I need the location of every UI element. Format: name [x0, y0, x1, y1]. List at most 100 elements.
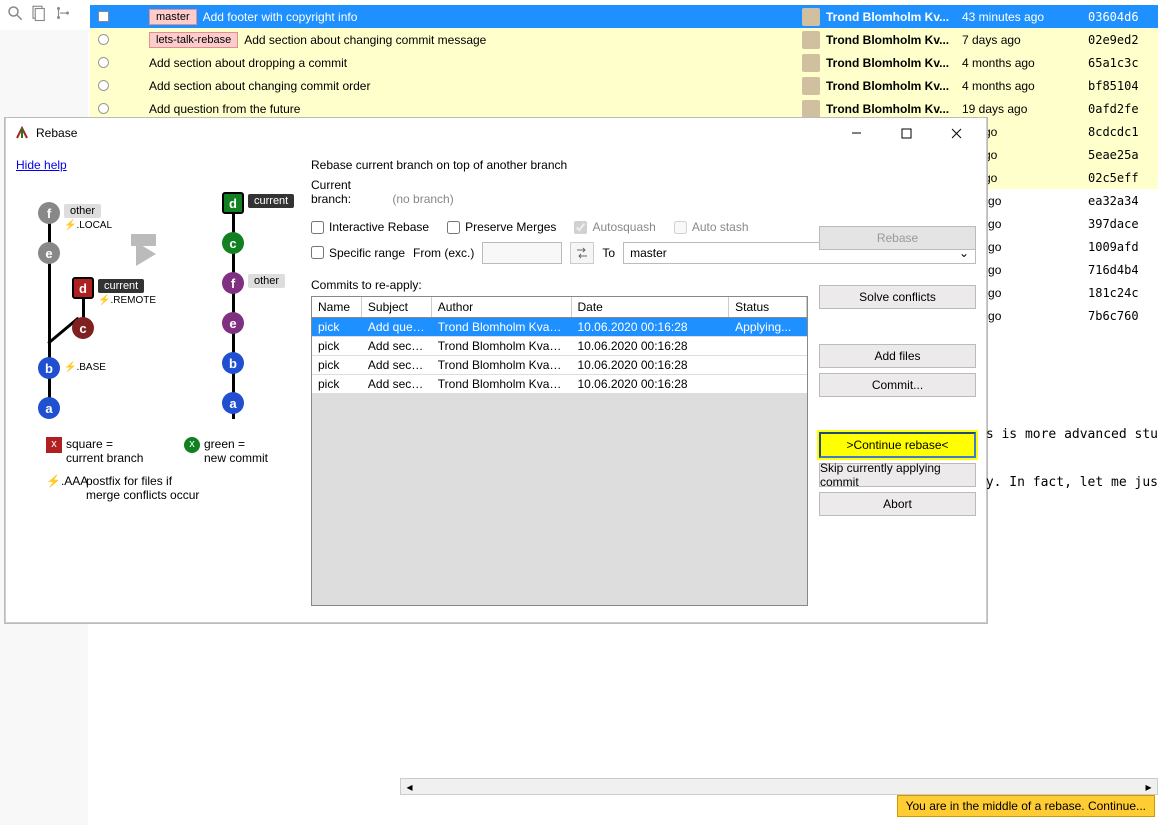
abort-button[interactable]: Abort [819, 492, 976, 516]
commit-author: Trond Blomholm Kv... [826, 33, 956, 47]
interactive-rebase-checkbox[interactable]: Interactive Rebase [311, 220, 429, 234]
node-c: c [72, 317, 94, 339]
specific-range-checkbox[interactable]: Specific range [311, 246, 405, 260]
scroll-right-icon[interactable]: ▸ [1140, 779, 1157, 794]
table-row[interactable]: pickAdd sectio...Trond Blomholm Kvamme..… [312, 337, 807, 356]
current-branch-row: Current branch: (no branch) [311, 178, 976, 206]
node-c2: c [222, 232, 244, 254]
graph-node [98, 103, 109, 114]
node-d2: d [222, 192, 244, 214]
node-f2: f [222, 272, 244, 294]
label-local: ⚡.LOCAL [64, 220, 112, 231]
continue-rebase-button[interactable]: >Continue rebase< [819, 432, 976, 458]
background-text-1: s is more advanced stu [986, 427, 1158, 442]
legend-postfix: ⚡.AAApostfix for files if merge conflict… [46, 474, 199, 503]
node-b: b [38, 357, 60, 379]
commit-row[interactable]: lets-talk-rebaseAdd section about changi… [90, 28, 1158, 51]
legend-green: xgreen = new commit [184, 437, 268, 466]
commit-subject: Add section about changing commit order [149, 79, 792, 93]
node-f: f [38, 202, 60, 224]
commit-hash: ea32a34 [1088, 194, 1158, 208]
minimize-button[interactable] [834, 119, 878, 147]
preserve-merges-checkbox[interactable]: Preserve Merges [447, 220, 556, 234]
node-a2: a [222, 392, 244, 414]
table-row[interactable]: pickAdd sectio...Trond Blomholm Kvamme..… [312, 356, 807, 375]
swap-button[interactable] [570, 242, 594, 264]
commit-author: Trond Blomholm Kv... [826, 79, 956, 93]
rebase-dialog: Rebase Hide help f other ⚡.LOCAL e d cur… [5, 118, 987, 623]
dialog-title: Rebase [36, 126, 828, 140]
commit-author: Trond Blomholm Kv... [826, 102, 956, 116]
commit-row[interactable]: Add section about changing commit order T… [90, 74, 1158, 97]
branch-tag: lets-talk-rebase [149, 32, 238, 48]
to-label: To [602, 246, 615, 260]
commit-hash: 0afd2fe [1088, 102, 1158, 116]
commit-hash: 716d4b4 [1088, 263, 1158, 277]
rebase-diagram: f other ⚡.LOCAL e d current ⚡.REMOTE c b… [16, 192, 296, 542]
node-b2: b [222, 352, 244, 374]
commit-row[interactable]: Add question from the future Trond Blomho… [90, 97, 1158, 120]
solve-conflicts-button[interactable]: Solve conflicts [819, 285, 976, 309]
table-row[interactable]: pickAdd sectio...Trond Blomholm Kvamme..… [312, 375, 807, 394]
commit-hash: 03604d6 [1088, 10, 1158, 24]
label-remote: ⚡.REMOTE [98, 295, 156, 306]
scroll-left-icon[interactable]: ◂ [401, 779, 418, 794]
button-column: Rebase Solve conflicts Add files Commit.… [819, 226, 976, 516]
maximize-button[interactable] [884, 119, 928, 147]
graph-node [98, 80, 109, 91]
node-a: a [38, 397, 60, 419]
label-current: current [98, 279, 144, 293]
status-warning[interactable]: You are in the middle of a rebase. Conti… [897, 795, 1155, 817]
label-other2: other [248, 274, 285, 288]
add-files-button[interactable]: Add files [819, 344, 976, 368]
horizontal-scrollbar[interactable]: ◂ ▸ [400, 778, 1158, 795]
table-row[interactable]: pickAdd quest...Trond Blomholm Kvamme...… [312, 318, 807, 337]
commit-hash: 02e9ed2 [1088, 33, 1158, 47]
info-text: Rebase current branch on top of another … [311, 158, 976, 172]
commit-hash: 5eae25a [1088, 148, 1158, 162]
commit-time: 4 months ago [962, 56, 1082, 70]
avatar [802, 100, 820, 118]
commit-row[interactable]: Add section about dropping a commit Trond… [90, 51, 1158, 74]
branch-tag: master [149, 9, 197, 25]
tree-icon[interactable] [54, 4, 72, 25]
app-icon [14, 125, 30, 141]
autostash-checkbox: Auto stash [674, 220, 749, 234]
autosquash-checkbox: Autosquash [574, 220, 655, 234]
toolbar [0, 0, 72, 28]
graph-node [98, 34, 109, 45]
commit-hash: 397dace [1088, 217, 1158, 231]
commit-subject: Add footer with copyright info [203, 10, 792, 24]
commit-hash: 65a1c3c [1088, 56, 1158, 70]
commit-row[interactable]: master Add footer with copyright info Tron… [90, 5, 1158, 28]
commit-hash: 8cdcdc1 [1088, 125, 1158, 139]
avatar [802, 54, 820, 72]
commit-subject: Add section about dropping a commit [149, 56, 792, 70]
commit-hash: 7b6c760 [1088, 309, 1158, 323]
commit-author: Trond Blomholm Kv... [826, 56, 956, 70]
commit-time: 7 days ago [962, 33, 1082, 47]
commit-button[interactable]: Commit... [819, 373, 976, 397]
avatar [802, 8, 820, 26]
background-text-2: y. In fact, let me jus [986, 475, 1158, 490]
page-icon[interactable] [30, 4, 48, 25]
from-label: From (exc.) [413, 246, 474, 260]
label-base: ⚡.BASE [64, 362, 106, 373]
label-other: other [64, 204, 101, 218]
skip-commit-button[interactable]: Skip currently applying commit [819, 463, 976, 487]
close-button[interactable] [934, 119, 978, 147]
commit-time: 19 days ago [962, 102, 1082, 116]
hide-help-link[interactable]: Hide help [16, 158, 67, 172]
node-e2: e [222, 312, 244, 334]
commit-hash: 02c5eff [1088, 171, 1158, 185]
commit-hash: bf85104 [1088, 79, 1158, 93]
commit-subject: Add question from the future [149, 102, 792, 116]
label-current2: current [248, 194, 294, 208]
avatar [802, 31, 820, 49]
node-e: e [38, 242, 60, 264]
magnify-icon[interactable] [6, 4, 24, 25]
rebase-button: Rebase [819, 226, 976, 250]
dialog-titlebar: Rebase [6, 118, 986, 148]
from-input[interactable] [482, 242, 562, 264]
commit-author: Trond Blomholm Kv... [826, 10, 956, 24]
